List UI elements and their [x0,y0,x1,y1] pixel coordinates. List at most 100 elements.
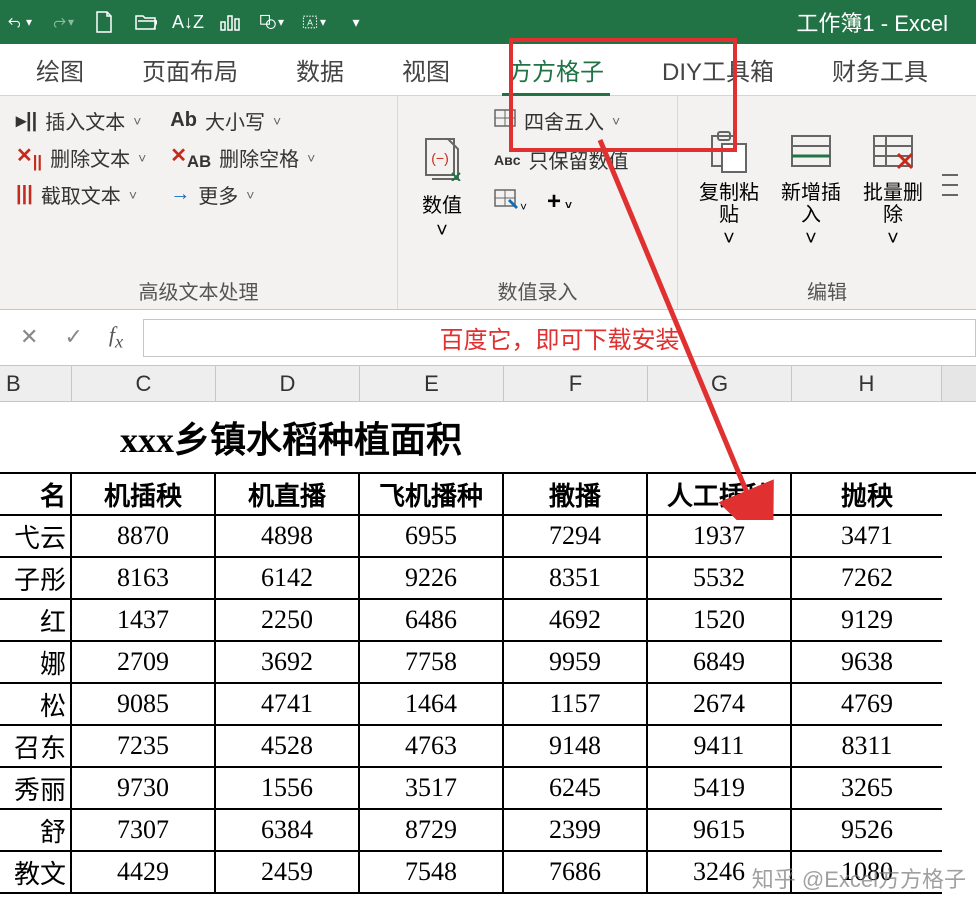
table-cell[interactable]: 松 [0,684,72,726]
table-cell[interactable]: 1157 [504,684,648,726]
table-header-cell[interactable]: 人工插秧 [648,474,792,516]
table-header-cell[interactable]: 抛秧 [792,474,942,516]
table-cell[interactable]: 舒 [0,810,72,852]
tab-draw[interactable]: 绘图 [30,44,90,95]
sort-icon[interactable]: A↓Z [176,10,200,34]
table-cell[interactable]: 9959 [504,642,648,684]
table-cell[interactable]: 9148 [504,726,648,768]
table-cell[interactable]: 8729 [360,810,504,852]
table-cell[interactable]: 8351 [504,558,648,600]
table-cell[interactable]: 9411 [648,726,792,768]
tab-diy[interactable]: DIY工具箱 [656,44,780,95]
table-cell[interactable]: 3471 [792,516,942,558]
table-cell[interactable]: 1556 [216,768,360,810]
more-button[interactable]: →更多˅ [170,180,315,209]
table-header-cell[interactable]: 名 [0,474,72,516]
table-cell[interactable]: 2399 [504,810,648,852]
col-header[interactable]: F [504,366,648,401]
table-cell[interactable]: 1437 [72,600,216,642]
table-header-cell[interactable]: 机插秧 [72,474,216,516]
table-cell[interactable]: 红 [0,600,72,642]
col-header[interactable]: G [648,366,792,401]
table-cell[interactable]: 5532 [648,558,792,600]
table-cell[interactable]: 7294 [504,516,648,558]
table-cell[interactable]: 4692 [504,600,648,642]
table-header-cell[interactable]: 机直播 [216,474,360,516]
table-cell[interactable]: 4763 [360,726,504,768]
col-header[interactable]: C [72,366,216,401]
table-cell[interactable]: 教文 [0,852,72,894]
table-cell[interactable]: 6384 [216,810,360,852]
col-header[interactable]: B [0,366,72,401]
table-cell[interactable]: 2250 [216,600,360,642]
table-cell[interactable]: 5419 [648,768,792,810]
case-button[interactable]: Ab大小写˅ [170,106,315,135]
table-cell[interactable]: 4898 [216,516,360,558]
table-cell[interactable]: 8311 [792,726,942,768]
keep-numeric-button[interactable]: Aʙc只保留数值 [494,145,629,174]
col-header[interactable]: H [792,366,942,401]
table-cell[interactable]: 3692 [216,642,360,684]
col-header[interactable]: D [216,366,360,401]
batch-delete-button[interactable]: 批量删除˅ [858,106,928,272]
table-cell[interactable]: 9526 [792,810,942,852]
table-cell[interactable]: 娜 [0,642,72,684]
table-header-cell[interactable]: 撒播 [504,474,648,516]
table-header-cell[interactable]: 飞机播种 [360,474,504,516]
col-header[interactable]: E [360,366,504,401]
tab-finance[interactable]: 财务工具 [826,44,934,95]
qat-customize-icon[interactable]: ▾ [344,10,368,34]
table-cell[interactable]: 7686 [504,852,648,894]
table-cell[interactable]: 3517 [360,768,504,810]
table-cell[interactable]: 子彤 [0,558,72,600]
table-cell[interactable]: 6142 [216,558,360,600]
edit-cell-icon[interactable]: ˅ [494,189,527,216]
table-cell[interactable]: 9085 [72,684,216,726]
new-doc-icon[interactable] [92,10,116,34]
open-icon[interactable] [134,10,158,34]
table-cell[interactable]: 2709 [72,642,216,684]
table-cell[interactable]: 9129 [792,600,942,642]
delete-text-button[interactable]: ✕||删除文本˅ [16,143,146,172]
table-cell[interactable]: 7262 [792,558,942,600]
sheet-title[interactable]: xxx乡镇水稻种植面积 [0,402,976,474]
table-cell[interactable]: 弋云 [0,516,72,558]
table-cell[interactable]: 9730 [72,768,216,810]
shapes-icon[interactable]: ▾ [260,10,284,34]
table-cell[interactable]: 4769 [792,684,942,726]
table-cell[interactable]: 6245 [504,768,648,810]
table-cell[interactable]: 9226 [360,558,504,600]
extract-text-button[interactable]: |||截取文本˅ [16,180,146,209]
tab-view[interactable]: 视图 [396,44,456,95]
chart-icon[interactable] [218,10,242,34]
table-cell[interactable]: 1937 [648,516,792,558]
table-cell[interactable]: 2674 [648,684,792,726]
textbox-icon[interactable]: A▾ [302,10,326,34]
undo-icon[interactable]: ▾ [8,10,32,34]
table-cell[interactable]: 3265 [792,768,942,810]
table-cell[interactable]: 8870 [72,516,216,558]
table-cell[interactable]: 召东 [0,726,72,768]
table-cell[interactable]: 7758 [360,642,504,684]
table-cell[interactable]: 7235 [72,726,216,768]
redo-icon[interactable]: ▾ [50,10,74,34]
table-cell[interactable]: 2459 [216,852,360,894]
tab-fangfang[interactable]: 方方格子 [502,44,610,95]
tab-data[interactable]: 数据 [290,44,350,95]
table-cell[interactable]: 6849 [648,642,792,684]
worksheet[interactable]: xxx乡镇水稻种植面积 名机插秧机直播飞机播种撒播人工插秧抛秧弋云8870489… [0,402,976,894]
numeric-button[interactable]: (−) 数值˅ [414,106,470,272]
table-cell[interactable]: 8163 [72,558,216,600]
formula-input[interactable]: 百度它，即可下载安装 [143,319,976,357]
table-cell[interactable]: 9615 [648,810,792,852]
table-cell[interactable]: 7548 [360,852,504,894]
trim-button[interactable]: ✕AB删除空格˅ [170,143,315,172]
table-cell[interactable]: 秀丽 [0,768,72,810]
table-cell[interactable]: 4741 [216,684,360,726]
table-cell[interactable]: 7307 [72,810,216,852]
table-cell[interactable]: 9638 [792,642,942,684]
confirm-icon[interactable]: ✓ [64,324,82,350]
table-cell[interactable]: 1464 [360,684,504,726]
table-cell[interactable]: 4528 [216,726,360,768]
round-button[interactable]: 四舍五入˅ [494,106,629,135]
